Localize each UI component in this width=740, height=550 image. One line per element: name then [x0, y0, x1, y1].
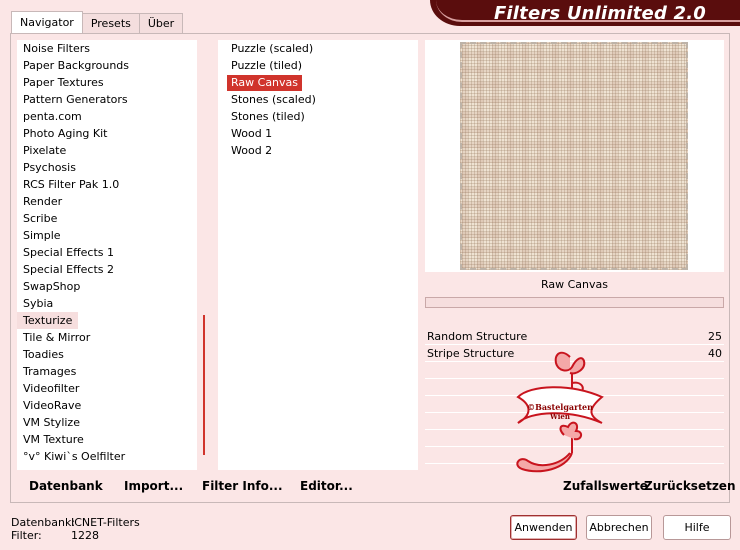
filter-item-label: Puzzle (tiled) [231, 59, 303, 72]
watermark-text-2: Wien [549, 412, 570, 421]
left-action-bar: Datenbank Import... Filter Info... Edito… [17, 473, 419, 497]
filter-item-label: Wood 2 [231, 144, 273, 157]
editor-button[interactable]: Editor... [300, 479, 353, 493]
category-item[interactable]: Toadies [17, 346, 211, 363]
status-info: Datenbank: ICNET-Filters Filter: 1228 [11, 516, 140, 542]
category-item[interactable]: Sybia [17, 295, 211, 312]
preview-filter-name: Raw Canvas [540, 278, 608, 291]
filter-item[interactable]: Puzzle (scaled) [218, 40, 418, 57]
status-filter-value: 1228 [71, 529, 99, 542]
category-item[interactable]: Render [17, 193, 211, 210]
category-item[interactable]: SwapShop [17, 278, 211, 295]
tab-about[interactable]: Über [138, 13, 184, 33]
tab-navigator[interactable]: Navigator [11, 11, 83, 33]
watermark-text-1: ©Bastelgarten [527, 402, 593, 412]
preview-image [460, 42, 688, 270]
window-title: Filters Unlimited 2.0 [493, 3, 706, 24]
category-item[interactable]: Noise Filters [17, 40, 211, 57]
tab-bar: Navigator Presets Über [11, 11, 184, 33]
category-item[interactable]: Scribe [17, 210, 211, 227]
parameter-value: 40 [708, 347, 722, 360]
help-button[interactable]: Hilfe [663, 515, 731, 540]
category-item[interactable]: Special Effects 2 [17, 261, 211, 278]
category-scrollbar-thumb[interactable] [203, 315, 205, 455]
import-button[interactable]: Import... [124, 479, 183, 493]
filter-item-label: Puzzle (scaled) [231, 42, 314, 55]
parameter-row[interactable]: Random Structure 25 [425, 328, 724, 345]
tab-presets[interactable]: Presets [81, 13, 140, 33]
filter-info-button[interactable]: Filter Info... [202, 479, 283, 493]
filter-list[interactable]: Puzzle (scaled) Puzzle (tiled) Raw Canvas S… [218, 40, 418, 470]
category-item[interactable]: Videofilter [17, 380, 211, 397]
parameter-name: Stripe Structure [427, 347, 515, 360]
parameter-name: Random Structure [427, 330, 528, 343]
status-filter-label: Filter: [11, 529, 42, 542]
progress-bar [425, 297, 724, 308]
category-item[interactable]: RCS Filter Pak 1.0 [17, 176, 211, 193]
category-item[interactable]: VM Stylize [17, 414, 211, 431]
category-item[interactable]: VM Texture [17, 431, 211, 448]
randomize-button[interactable]: Zufallswerte [563, 479, 648, 493]
filter-item-label: Stones (scaled) [231, 93, 316, 106]
category-scrollbar[interactable] [197, 40, 211, 470]
category-item[interactable]: Special Effects 1 [17, 244, 211, 261]
category-item[interactable]: Pixelate [17, 142, 211, 159]
filter-item-label: Raw Canvas [227, 75, 303, 91]
category-item-selected[interactable]: Texturize [17, 312, 79, 329]
title-banner: Filters Unlimited 2.0 [430, 0, 740, 26]
watermark-logo: ©Bastelgarten Wien [516, 351, 604, 473]
category-item[interactable]: VideoRave [17, 397, 211, 414]
status-database-label: Datenbank: [11, 516, 76, 529]
apply-button[interactable]: Anwenden [510, 515, 577, 540]
preview-panel [425, 40, 724, 272]
category-item[interactable]: Tile & Mirror [17, 329, 211, 346]
right-action-bar: Zufallswerte Zurücksetzen [425, 473, 735, 497]
category-item[interactable]: Tramages [17, 363, 211, 380]
reset-button[interactable]: Zurücksetzen [644, 479, 735, 493]
category-item[interactable]: penta.com [17, 108, 211, 125]
filter-item[interactable]: Stones (tiled) [218, 108, 418, 125]
status-database-value: ICNET-Filters [71, 516, 140, 529]
filter-item[interactable]: Wood 2 [218, 142, 418, 159]
database-button[interactable]: Datenbank [29, 479, 103, 493]
cancel-button[interactable]: Abbrechen [586, 515, 652, 540]
category-item[interactable]: Simple [17, 227, 211, 244]
filter-item[interactable]: Puzzle (tiled) [218, 57, 418, 74]
category-item[interactable]: Pattern Generators [17, 91, 211, 108]
filter-item-label: Stones (tiled) [231, 110, 305, 123]
filter-item-label: Wood 1 [231, 127, 273, 140]
filter-item[interactable]: Wood 1 [218, 125, 418, 142]
filter-item-selected[interactable]: Raw Canvas [218, 74, 418, 91]
category-item[interactable]: Photo Aging Kit [17, 125, 211, 142]
category-item[interactable]: Psychosis [17, 159, 211, 176]
category-item[interactable]: °v° Kiwi`s Oelfilter [17, 448, 211, 465]
category-item[interactable]: Paper Textures [17, 74, 211, 91]
category-list[interactable]: Noise Filters Paper Backgrounds Paper Text… [17, 40, 211, 470]
category-item[interactable]: Paper Backgrounds [17, 57, 211, 74]
parameter-value: 25 [708, 330, 722, 343]
filter-item[interactable]: Stones (scaled) [218, 91, 418, 108]
